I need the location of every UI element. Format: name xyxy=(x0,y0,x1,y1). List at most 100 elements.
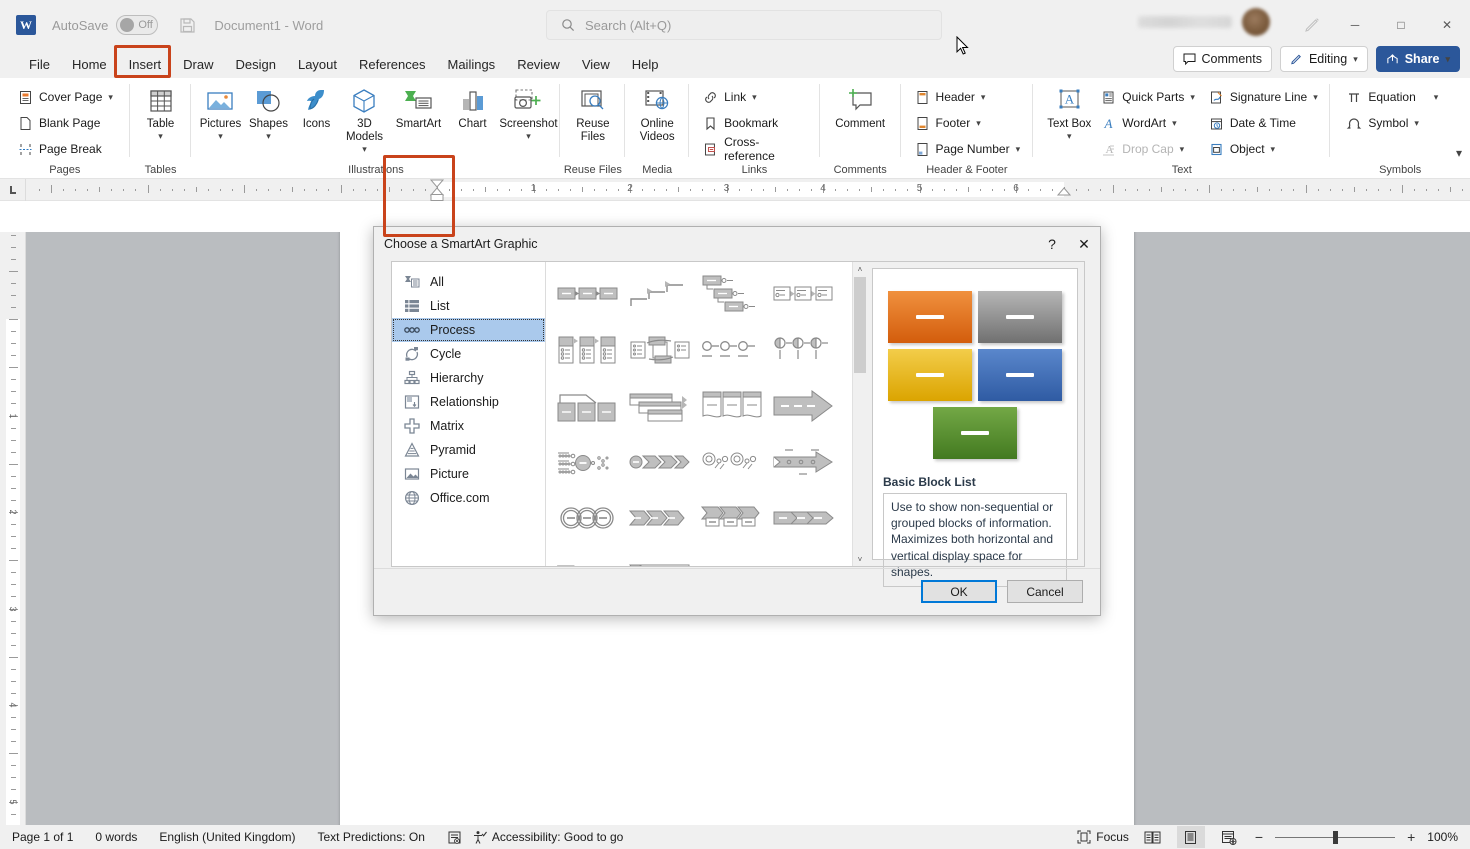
ribbon-collapse-button[interactable]: ▾ xyxy=(1456,146,1462,160)
table-button[interactable]: Table ▾ xyxy=(138,82,184,144)
category-cycle[interactable]: Cycle xyxy=(392,342,545,366)
bookmark-button[interactable]: Bookmark xyxy=(699,110,782,136)
smartart-thumbnail[interactable] xyxy=(552,434,624,490)
scroll-down-button[interactable]: ˅ xyxy=(853,552,866,566)
wordart-button[interactable]: A WordArt ▾ xyxy=(1097,110,1199,136)
document-title[interactable]: Document1 - Word xyxy=(214,18,323,33)
scroll-up-button[interactable]: ˄ xyxy=(853,262,866,276)
tab-references[interactable]: References xyxy=(348,53,436,76)
category-pyramid[interactable]: Pyramid xyxy=(392,438,545,462)
signature-line-button[interactable]: Signature Line ▾ xyxy=(1205,84,1322,110)
symbol-button[interactable]: Symbol ▾ xyxy=(1342,110,1423,136)
accessibility-status[interactable]: Accessibility: Good to go xyxy=(472,830,623,845)
comments-button[interactable]: Comments xyxy=(1173,46,1272,72)
text-box-button[interactable]: A Text Box ▾ xyxy=(1041,82,1097,144)
gallery-scrollbar[interactable]: ˄ ˅ xyxy=(852,262,866,566)
text-predictions-indicator[interactable]: Text Predictions: On xyxy=(318,830,425,844)
print-layout-button[interactable] xyxy=(1177,826,1205,848)
proofing-icon[interactable] xyxy=(447,830,462,845)
editing-button[interactable]: Editing ▾ xyxy=(1280,46,1368,72)
tab-home[interactable]: Home xyxy=(61,53,118,76)
smartart-thumbnail[interactable] xyxy=(768,378,840,434)
page-break-button[interactable]: Page Break xyxy=(14,136,106,162)
3d-models-button[interactable]: 3D Models ▾ xyxy=(341,82,387,157)
date-time-button[interactable]: Date & Time xyxy=(1205,110,1322,136)
category-hierarchy[interactable]: Hierarchy xyxy=(392,366,545,390)
close-button[interactable]: ✕ xyxy=(1424,0,1470,50)
smartart-thumbnail[interactable] xyxy=(624,266,696,322)
smartart-thumbnail[interactable] xyxy=(768,322,840,378)
tab-review[interactable]: Review xyxy=(506,53,571,76)
footer-button[interactable]: Footer ▾ xyxy=(911,110,985,136)
smartart-thumbnail[interactable] xyxy=(696,266,768,322)
tab-view[interactable]: View xyxy=(571,53,621,76)
category-matrix[interactable]: Matrix xyxy=(392,414,545,438)
smartart-thumbnail[interactable] xyxy=(624,434,696,490)
smartart-thumbnail[interactable] xyxy=(696,490,768,546)
cover-page-button[interactable]: Cover Page ▾ xyxy=(14,84,117,110)
tab-draw[interactable]: Draw xyxy=(172,53,224,76)
zoom-slider-thumb[interactable] xyxy=(1333,831,1338,844)
smartart-thumbnail[interactable] xyxy=(552,378,624,434)
user-account-area[interactable] xyxy=(1138,8,1270,36)
dialog-close-button[interactable]: ✕ xyxy=(1068,227,1100,261)
smartart-thumbnail[interactable] xyxy=(552,546,624,566)
save-icon[interactable] xyxy=(176,14,198,36)
reuse-files-button[interactable]: Reuse Files xyxy=(566,82,619,146)
minimize-button[interactable]: ─ xyxy=(1332,0,1378,50)
read-mode-button[interactable] xyxy=(1139,826,1167,848)
autosave-toggle[interactable]: Off xyxy=(116,15,158,35)
cancel-button[interactable]: Cancel xyxy=(1007,580,1083,603)
smartart-gallery[interactable]: ˄ ˅ xyxy=(546,262,866,566)
web-layout-button[interactable] xyxy=(1215,826,1243,848)
tab-file[interactable]: File xyxy=(18,53,61,76)
right-indent-marker[interactable] xyxy=(1057,187,1071,196)
scrollbar-thumb[interactable] xyxy=(854,277,866,373)
share-button[interactable]: Share ▾ xyxy=(1376,46,1460,72)
avatar[interactable] xyxy=(1242,8,1270,36)
category-process[interactable]: Process xyxy=(392,318,545,342)
equation-button[interactable]: Equation ▾ xyxy=(1342,84,1442,110)
pictures-button[interactable]: Pictures ▾ xyxy=(197,82,243,144)
blank-page-button[interactable]: Blank Page xyxy=(14,110,104,136)
tab-design[interactable]: Design xyxy=(225,53,287,76)
maximize-button[interactable]: □ xyxy=(1378,0,1424,50)
page-indicator[interactable]: Page 1 of 1 xyxy=(12,830,73,844)
tab-stop-selector[interactable] xyxy=(0,179,26,201)
smartart-thumbnail[interactable] xyxy=(624,322,696,378)
screenshot-button[interactable]: Screenshot ▾ xyxy=(497,82,559,144)
smartart-thumbnail[interactable] xyxy=(768,266,840,322)
zoom-in-button[interactable]: + xyxy=(1405,829,1417,845)
dialog-title-bar[interactable]: Choose a SmartArt Graphic ? ✕ xyxy=(374,227,1100,261)
smartart-thumbnail[interactable] xyxy=(696,378,768,434)
chart-button[interactable]: Chart xyxy=(449,82,495,133)
search-input[interactable]: Search (Alt+Q) xyxy=(546,10,942,40)
ok-button[interactable]: OK xyxy=(921,580,997,603)
category-picture[interactable]: Picture xyxy=(392,462,545,486)
smartart-thumbnail[interactable] xyxy=(696,546,768,566)
smartart-thumbnail[interactable] xyxy=(768,434,840,490)
smartart-thumbnail[interactable] xyxy=(552,322,624,378)
word-count[interactable]: 0 words xyxy=(95,830,137,844)
category-relationship[interactable]: Relationship xyxy=(392,390,545,414)
smartart-thumbnail[interactable] xyxy=(696,322,768,378)
category-list[interactable]: List xyxy=(392,294,545,318)
vertical-ruler[interactable]: 12345 xyxy=(0,232,26,825)
zoom-out-button[interactable]: − xyxy=(1253,829,1265,845)
zoom-slider[interactable] xyxy=(1275,837,1395,838)
zoom-level[interactable]: 100% xyxy=(1427,830,1458,844)
object-button[interactable]: Object ▾ xyxy=(1205,136,1322,162)
horizontal-ruler[interactable]: 123456 xyxy=(0,179,1470,201)
online-videos-button[interactable]: Online Videos xyxy=(631,82,683,146)
smartart-thumbnail[interactable] xyxy=(552,490,624,546)
smartart-thumbnail[interactable] xyxy=(768,490,840,546)
page-number-button[interactable]: Page Number ▾ xyxy=(911,136,1025,162)
dialog-help-button[interactable]: ? xyxy=(1036,227,1068,261)
tab-insert[interactable]: Insert xyxy=(118,53,173,76)
focus-button[interactable]: Focus xyxy=(1077,830,1129,844)
link-button[interactable]: Link ▾ xyxy=(699,84,761,110)
smartart-thumbnail[interactable] xyxy=(624,490,696,546)
smartart-thumbnail[interactable] xyxy=(768,546,840,566)
smartart-thumbnail[interactable] xyxy=(624,378,696,434)
comment-button[interactable]: Comment xyxy=(829,82,891,133)
